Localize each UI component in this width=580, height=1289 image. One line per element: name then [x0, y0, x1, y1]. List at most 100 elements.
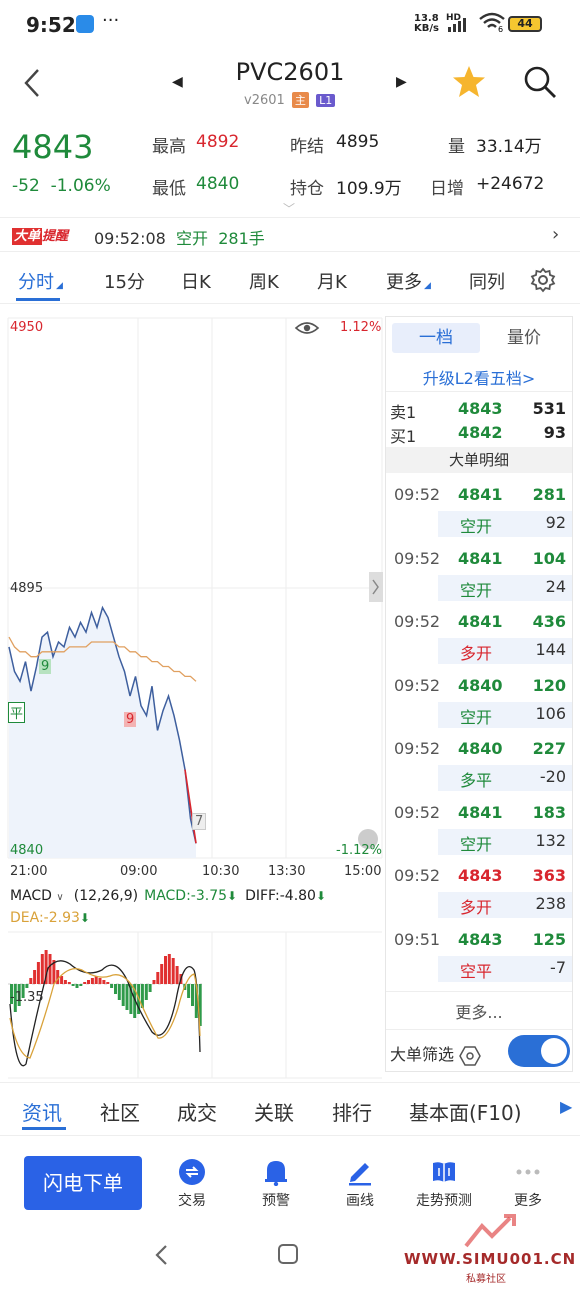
trade-button[interactable]: 交易 [152, 1158, 232, 1210]
title-bar: ◀ PVC2601 ▶ v2601 主 L1 [0, 52, 580, 114]
big-order-row: 09:52 4840 120 空开 106 [386, 668, 572, 731]
order-book-panel: 一档 量价 升级L2看五档> 卖1 4843 531 买1 4842 93 大单… [385, 316, 573, 1072]
clock: 9:52 [26, 13, 76, 37]
dea-legend: DEA:-2.93⬇ [10, 910, 90, 926]
big-order-row: 09:52 4843 363 多开 238 [386, 858, 572, 921]
daily-increase-label: 日增 [430, 179, 464, 199]
macd-histogram-bar [25, 984, 29, 988]
big-order-alert[interactable]: 大单 提醒 09:52:08 空开 281手 › [0, 218, 580, 252]
app-notification-icon [76, 15, 94, 33]
big-order-row: 09:52 4841 436 多开 144 [386, 604, 572, 667]
high-label: 最高 [152, 137, 186, 157]
more-trades-link[interactable]: 更多... [386, 999, 572, 1023]
macd-histogram-bar [117, 984, 121, 1000]
gear-icon[interactable] [530, 267, 556, 293]
macd-histogram-bar [33, 970, 37, 984]
tab-community[interactable]: 社区 [100, 1097, 140, 1126]
trade-price: 4841 [458, 612, 503, 631]
alert-button[interactable]: 预警 [236, 1158, 316, 1210]
nav-home-icon[interactable] [278, 1244, 298, 1264]
watermark-sub: 私募社区 [466, 1274, 506, 1285]
upgrade-l2-link[interactable]: 升级L2看五档> [386, 365, 572, 389]
trade-type: 多开 [460, 644, 493, 663]
trend-forecast-label: 走势预测 [416, 1193, 472, 1209]
nav-back-icon[interactable] [152, 1240, 172, 1270]
trade-oi-change: 92 [545, 513, 566, 532]
big-order-row: 09:52 4840 227 多平 -20 [386, 731, 572, 794]
more-label: 更多 [514, 1193, 542, 1209]
favorite-star-icon[interactable] [451, 64, 487, 100]
x-label-1500: 15:00 [344, 864, 382, 879]
macd-histogram-bar [67, 982, 71, 984]
tab-daily[interactable]: 日K [181, 268, 211, 294]
volume-price-tab[interactable]: 量价 [480, 323, 568, 353]
macd-histogram-bar [144, 984, 148, 1000]
macd-histogram-bar [167, 954, 171, 984]
book-mode-toggle: 一档 量价 [392, 323, 568, 353]
tab-related[interactable]: 关联 [254, 1097, 294, 1126]
tab-trades[interactable]: 成交 [177, 1097, 217, 1126]
chart-svg [6, 316, 384, 1079]
macd-histogram-bar [164, 956, 167, 984]
flash-order-button[interactable]: 闪电下单 [24, 1156, 142, 1210]
bell-icon [265, 1161, 287, 1186]
tab-same-list[interactable]: 同列 [469, 268, 505, 294]
seven-marker: 7 [192, 813, 207, 830]
tab-monthly[interactable]: 月K [317, 268, 347, 294]
macd-selector[interactable]: MACD ∨ [10, 888, 64, 904]
macd-histogram-bar [36, 962, 40, 984]
macd-histogram-bar [152, 980, 156, 984]
tab-intraday[interactable]: 分时 ◢ [18, 268, 63, 294]
tab-more[interactable]: 更多 ◢ [386, 268, 431, 294]
trade-volume: 281 [532, 485, 566, 504]
expand-chevron-icon[interactable]: ﹀ [283, 200, 295, 217]
status-bar: 9:52 ··· 13.8 KB/s HD 6 44 [0, 0, 580, 48]
more-button[interactable]: 更多 [488, 1158, 568, 1210]
level1-tab[interactable]: 一档 [392, 323, 480, 353]
trade-price: 4843 [458, 866, 503, 885]
bid-volume: 93 [543, 423, 566, 442]
trade-type: 多开 [460, 898, 493, 917]
collapse-handle[interactable] [369, 572, 383, 602]
trade-oi-change: 238 [535, 894, 566, 913]
search-icon[interactable] [522, 64, 558, 100]
scroll-right-icon[interactable]: ▶ [560, 1097, 572, 1116]
trend-forecast-button[interactable]: 走势预测 [404, 1158, 484, 1210]
tab-news[interactable]: 资讯 [22, 1097, 62, 1126]
macd-histogram-bar [187, 984, 191, 998]
macd-histogram-bar [98, 978, 102, 984]
trade-volume: 227 [532, 739, 566, 758]
next-contract-button[interactable]: ▶ [396, 74, 407, 90]
tab-fundamentals[interactable]: 基本面(F10) [409, 1097, 522, 1126]
trade-price: 4841 [458, 548, 503, 568]
ask-volume: 531 [532, 399, 566, 418]
last-price: 4843 [12, 128, 94, 166]
y-axis-mid: 4895 [10, 581, 44, 596]
big-order-filter-toggle[interactable] [508, 1035, 570, 1067]
intraday-chart[interactable]: 4950 1.12% 4895 4840 -1.12% 21:00 09:00 … [6, 316, 384, 1086]
tab-ranking[interactable]: 排行 [332, 1097, 372, 1126]
trade-price: 4840 [458, 675, 503, 695]
open-interest-label: 持仓 [290, 179, 324, 199]
draw-line-button[interactable]: 画线 [320, 1158, 400, 1210]
y-axis-bottom: 4840 [10, 843, 44, 858]
x-label-1030: 10:30 [202, 864, 240, 879]
trade-type: 多平 [460, 771, 493, 790]
macd-histogram-bar [29, 978, 33, 984]
watermark-site: WWW.SIMU001.CN [404, 1250, 577, 1268]
x-label-2100: 21:00 [10, 864, 48, 879]
big-order-detail-header: 大单明细 [386, 447, 572, 473]
macd-histogram-bar [40, 954, 44, 984]
tab-15min[interactable]: 15分 [104, 268, 145, 294]
filter-hex-icon[interactable] [459, 1045, 481, 1066]
trade-time: 09:52 [394, 485, 441, 504]
x-label-1330: 13:30 [268, 864, 306, 879]
macd-histogram-bar [114, 984, 117, 994]
macd-histogram-bar [79, 984, 83, 986]
battery-icon: 44 [508, 16, 542, 32]
trade-icon [179, 1159, 205, 1185]
trade-time: 09:52 [394, 675, 441, 695]
tab-weekly[interactable]: 周K [249, 268, 279, 294]
macd-histogram-bar [175, 966, 179, 984]
trade-volume: 436 [532, 612, 566, 631]
